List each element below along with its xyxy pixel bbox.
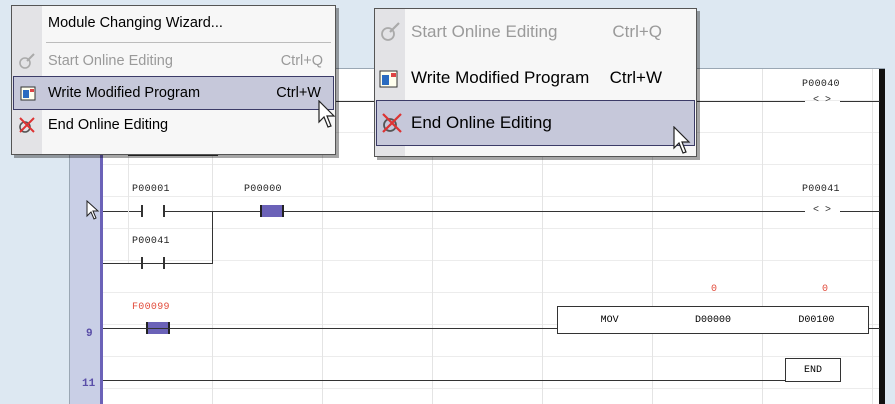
menu-item-write-modified-program[interactable]: Write Modified Program Ctrl+W: [13, 76, 334, 110]
end-online-edit-icon: [12, 116, 42, 134]
start-online-edit-icon: [12, 52, 42, 70]
menu-item-shortcut: Ctrl+Q: [280, 53, 323, 69]
menu-item-write-modified-program[interactable]: Write Modified Program Ctrl+W: [375, 55, 696, 101]
rung-wire: [103, 380, 786, 381]
mouse-cursor-icon: [86, 200, 100, 220]
contact-selected[interactable]: [260, 205, 284, 217]
menu-item-shortcut: Ctrl+W: [276, 85, 321, 101]
end-online-edit-icon: [377, 112, 407, 134]
mov-src: D00000: [694, 314, 731, 326]
coil-symbol[interactable]: < >: [813, 95, 831, 106]
rung-wire: [103, 211, 805, 212]
menu-item-label: Write Modified Program: [411, 68, 590, 87]
menu-item-label: Write Modified Program: [48, 85, 201, 101]
row-number-9: 9: [86, 328, 93, 340]
mouse-cursor-icon: [318, 100, 336, 128]
end-label: END: [803, 364, 822, 376]
coil-label: P00041: [802, 184, 840, 195]
menu-item-label: Start Online Editing: [48, 53, 173, 69]
contact-label: P00000: [244, 184, 282, 195]
menu-item-start-online-editing[interactable]: Start Online Editing Ctrl+Q: [12, 45, 335, 77]
mov-dst: D00100: [798, 314, 835, 326]
menu-item-module-wizard[interactable]: Module Changing Wizard...: [12, 6, 335, 40]
rung-wire: [840, 211, 880, 212]
branch-wire: [103, 263, 213, 264]
row-number-11: 11: [82, 378, 96, 390]
context-menu-left: Module Changing Wizard... Start Online E…: [11, 5, 336, 155]
mov-op: MOV: [600, 314, 619, 326]
mouse-cursor-icon: [673, 126, 691, 154]
branch-wire: [212, 211, 213, 264]
menu-item-shortcut: Ctrl+Q: [612, 22, 662, 41]
rung-wire: [128, 155, 218, 156]
menu-item-label: End Online Editing: [48, 117, 169, 133]
flag-label: F00099: [132, 302, 170, 313]
rung-wire: [868, 328, 880, 329]
menu-item-shortcut: Ctrl+W: [609, 68, 662, 87]
coil-symbol[interactable]: < >: [813, 205, 831, 216]
dst-value: 0: [822, 284, 829, 295]
right-power-rail: [879, 69, 885, 404]
mov-instruction[interactable]: MOV D00000 D00100: [557, 306, 869, 334]
menu-item-end-online-editing[interactable]: End Online Editing: [376, 100, 695, 146]
start-online-edit-icon: [375, 21, 405, 43]
menu-item-end-online-editing[interactable]: End Online Editing: [12, 109, 335, 141]
branch-wire: [128, 155, 129, 263]
write-program-icon: [375, 67, 405, 89]
rung-wire: [103, 328, 558, 329]
write-program-icon: [14, 84, 44, 102]
contact-label: P00001: [132, 184, 170, 195]
menu-item-label: Start Online Editing: [411, 22, 558, 41]
coil-label: P00040: [802, 79, 840, 90]
contact-label: P00041: [132, 236, 170, 247]
context-menu-right: Start Online Editing Ctrl+Q Write Modifi…: [374, 8, 697, 157]
contact[interactable]: [141, 205, 165, 217]
end-instruction[interactable]: END: [785, 358, 841, 382]
menu-item-start-online-editing[interactable]: Start Online Editing Ctrl+Q: [375, 9, 696, 55]
src-value: 0: [711, 284, 718, 295]
menu-separator: [46, 42, 331, 43]
rung-wire: [840, 101, 880, 102]
menu-item-label: End Online Editing: [411, 113, 552, 132]
menu-item-label: Module Changing Wizard...: [48, 15, 223, 31]
